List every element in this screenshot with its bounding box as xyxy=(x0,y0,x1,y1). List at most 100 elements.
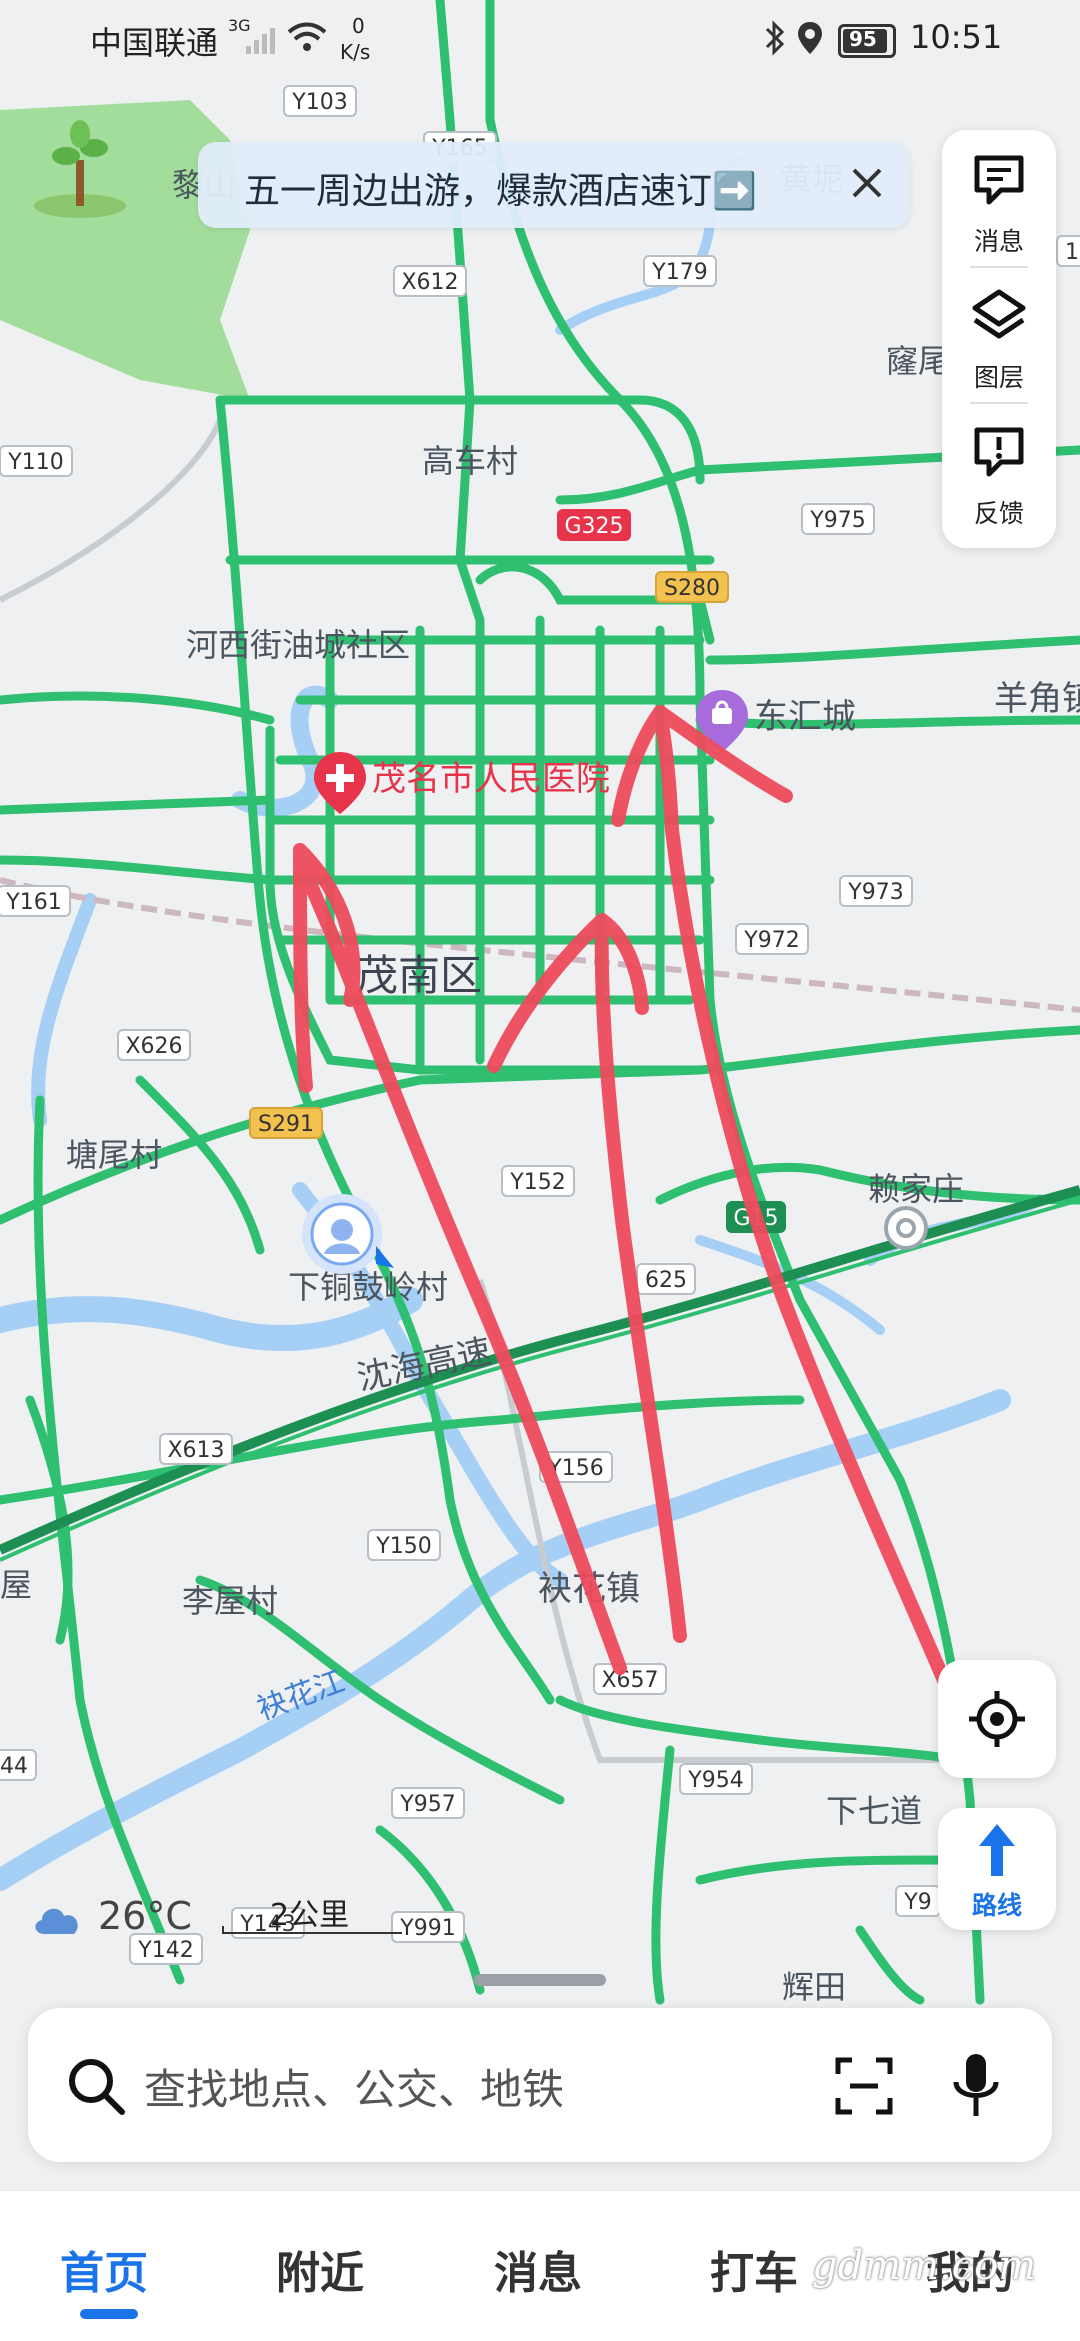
route-label: 路线 xyxy=(971,1891,1022,1920)
feedback-icon xyxy=(974,427,1024,477)
place-hospital: 茂名市人民医院 xyxy=(372,759,610,799)
road-badge-label: Y150 xyxy=(375,1534,431,1559)
road-badge: 44 xyxy=(0,1749,37,1781)
road-badge-label: Y9 xyxy=(903,1890,931,1915)
place-gaoche: 高车村 xyxy=(422,442,518,480)
road-badge: S280 xyxy=(655,571,729,603)
sheet-drag-handle[interactable] xyxy=(474,1974,606,1986)
road-badge: Y152 xyxy=(501,1165,575,1197)
road-badge: 1 xyxy=(1056,235,1080,267)
tab-taxi[interactable]: 打车 xyxy=(710,2237,798,2301)
message-icon xyxy=(974,155,1024,205)
road-badge-label: X626 xyxy=(125,1034,182,1059)
bluetooth-icon xyxy=(765,20,785,56)
signal-icon xyxy=(246,28,275,54)
road-badge-label: Y973 xyxy=(847,880,903,905)
temperature: 26°C xyxy=(98,1894,192,1938)
road-badge: 625 xyxy=(636,1263,696,1295)
road-badge: Y973 xyxy=(839,875,913,907)
road-badge: Y103 xyxy=(283,85,357,117)
road-badge-label: X657 xyxy=(601,1668,658,1693)
road-badge-label: Y975 xyxy=(809,508,865,533)
place-xiaqi: 下七道 xyxy=(826,1792,922,1830)
layers-icon xyxy=(972,289,1026,339)
place-maonan: 茂南区 xyxy=(356,951,482,1000)
promo-banner-text: 五一周边出游，爆款酒店速订➡️ xyxy=(244,171,757,212)
road-badge: X612 xyxy=(393,265,467,297)
tab-home[interactable]: 首页 xyxy=(60,2237,148,2301)
carrier-label: 中国联通 xyxy=(90,24,219,62)
divider xyxy=(970,266,1028,268)
road-badge-label: 44 xyxy=(0,1754,28,1779)
road-badge-label: Y179 xyxy=(651,260,707,285)
place-xiatong: 下铜鼓岭村 xyxy=(288,1268,448,1306)
road-badge-label: S291 xyxy=(258,1112,314,1137)
tab-messages[interactable]: 消息 xyxy=(494,2237,582,2301)
road-badge: Y150 xyxy=(367,1529,441,1561)
scale-bar xyxy=(222,1932,402,1934)
battery-icon: 95 xyxy=(838,24,896,58)
tool-feedback-label: 反馈 xyxy=(973,499,1024,528)
place-liwu: 李屋村 xyxy=(182,1582,278,1620)
road-badge-label: Y957 xyxy=(399,1792,455,1817)
road-badge-label: Y972 xyxy=(743,928,799,953)
search-bar[interactable]: 查找地点、公交、地铁 xyxy=(28,2008,1052,2162)
road-badge: Y972 xyxy=(735,923,809,955)
tab-nearby[interactable]: 附近 xyxy=(276,2237,364,2301)
place-hexi: 河西街油城社区 xyxy=(186,626,410,664)
wifi-icon xyxy=(287,22,327,51)
route-button[interactable]: 路线 xyxy=(938,1808,1056,1930)
road-badge: X626 xyxy=(117,1029,191,1061)
road-badge: S291 xyxy=(249,1107,323,1139)
locate-me-button[interactable] xyxy=(938,1660,1056,1778)
map-canvas[interactable]: 黎山 高车村 河西街油城社区 东汇城 茂南区 塘尾村 下铜鼓岭村 李屋村 袂花镇… xyxy=(0,0,1080,2340)
place-wu: 屋 xyxy=(0,1566,32,1604)
road-badge: Y161 xyxy=(0,885,71,917)
location-status-icon xyxy=(798,22,822,54)
net-speed-value: 0 xyxy=(352,14,365,38)
road-badge-label: 625 xyxy=(645,1268,687,1293)
road-badge-label: Y954 xyxy=(687,1768,743,1793)
tool-messages-label: 消息 xyxy=(973,227,1024,256)
place-huitian: 辉田 xyxy=(782,1968,846,2006)
place-laijia: 赖家庄 xyxy=(868,1170,964,1208)
road-badge-label: X612 xyxy=(401,270,458,295)
road-badge-label: Y110 xyxy=(7,450,63,475)
tool-layers[interactable]: 图层 xyxy=(942,272,1056,402)
search-input[interactable]: 查找地点、公交、地铁 xyxy=(144,2056,564,2117)
road-badge-label: Y103 xyxy=(291,90,347,115)
scale-label: 2公里 xyxy=(270,1898,350,1933)
road-badge: Y975 xyxy=(801,503,875,535)
weather-widget[interactable]: 26°C xyxy=(30,1890,210,1950)
divider xyxy=(970,402,1028,404)
tool-layers-label: 图层 xyxy=(973,363,1024,392)
scan-icon[interactable] xyxy=(832,2054,896,2118)
microphone-icon[interactable] xyxy=(948,2050,1004,2122)
tool-feedback[interactable]: 反馈 xyxy=(942,408,1056,538)
search-icon xyxy=(69,2059,125,2115)
close-icon[interactable] xyxy=(842,158,892,208)
road-badge-label: 1 xyxy=(1065,240,1079,265)
route-arrow-icon xyxy=(979,1824,1015,1876)
promo-banner[interactable]: 五一周边出游，爆款酒店速订➡️ xyxy=(198,142,910,228)
tool-messages[interactable]: 消息 xyxy=(942,136,1056,266)
cloud-icon xyxy=(35,1908,78,1934)
place-donghui: 东汇城 xyxy=(754,697,856,737)
road-badge-label: G325 xyxy=(564,514,623,539)
net-speed-unit: K/s xyxy=(340,40,371,64)
clock: 10:51 xyxy=(910,18,1003,56)
scale-tick xyxy=(222,1926,224,1934)
bottom-tab-bar: 首页 附近 消息 打车 我的 gdmm.com xyxy=(0,2190,1080,2341)
active-tab-indicator xyxy=(80,2309,138,2319)
road-badge-label: S280 xyxy=(664,576,720,601)
map-scale: 2公里 xyxy=(222,1890,408,1950)
road-badge: Y110 xyxy=(0,445,73,477)
road-badge: Y179 xyxy=(643,255,717,287)
map-tools-panel: 消息 图层 反馈 xyxy=(942,130,1056,548)
road-badge: Y957 xyxy=(391,1787,465,1819)
road-badge: X613 xyxy=(159,1433,233,1465)
road-badge-label: X613 xyxy=(167,1438,224,1463)
road-badge: X657 xyxy=(593,1663,667,1695)
place-longwei: 窿尾 xyxy=(886,342,950,380)
road-badge-label: Y152 xyxy=(509,1170,565,1195)
